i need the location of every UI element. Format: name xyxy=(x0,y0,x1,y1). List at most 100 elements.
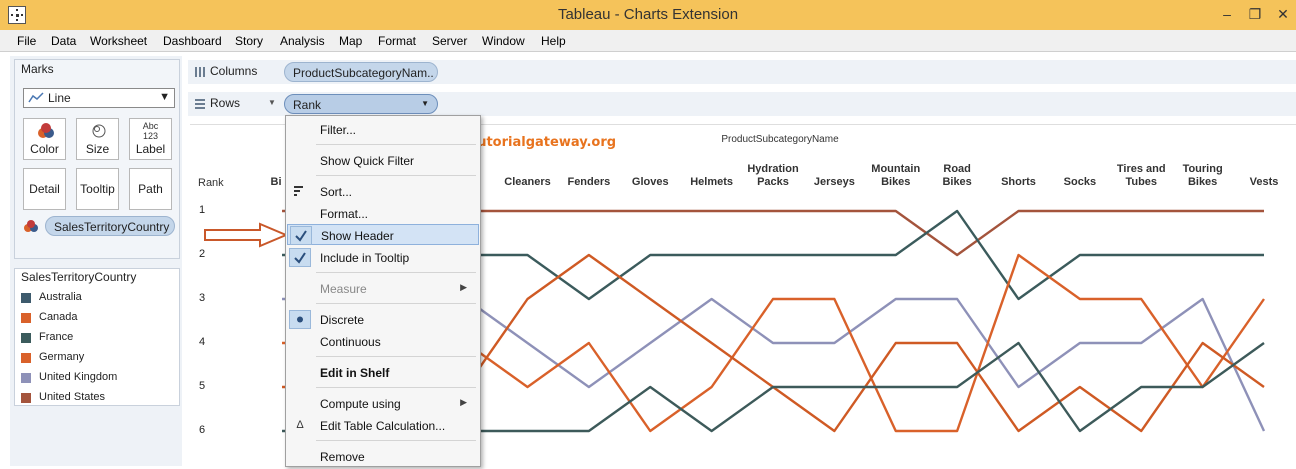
legend-label: Canada xyxy=(39,311,78,323)
checkmark-icon xyxy=(290,226,312,245)
menu-analysis[interactable]: Analysis xyxy=(280,34,325,48)
legend-label: Germany xyxy=(39,351,85,363)
delta-icon: Δ xyxy=(296,419,304,431)
menu-item-show-header[interactable]: Show Header xyxy=(287,224,479,245)
legend-swatch xyxy=(21,293,31,303)
menu-file[interactable]: File xyxy=(17,34,36,48)
minimize-button[interactable]: – xyxy=(1214,4,1240,24)
menu-item-edit-in-shelf[interactable]: Edit in Shelf xyxy=(287,362,479,383)
menu-item-include-in-tooltip[interactable]: Include in Tooltip xyxy=(287,247,479,268)
window-title: Tableau - Charts Extension xyxy=(557,6,739,23)
title-bar: Tableau - Charts Extension – ❐ ✕ xyxy=(0,0,1296,30)
menu-item-format[interactable]: Format... xyxy=(287,203,479,224)
rows-pill-label: Rank xyxy=(293,98,322,112)
left-panel: Marks Line ▼ Color Size Abc 123 Label De… xyxy=(10,56,182,466)
legend-label: Australia xyxy=(39,291,82,303)
checkmark-icon xyxy=(289,248,311,267)
color-legend: SalesTerritoryCountry Australia Canada Fra… xyxy=(14,268,180,406)
detail-button[interactable]: Detail xyxy=(23,168,66,210)
menu-story[interactable]: Story xyxy=(235,34,263,48)
rows-label: Rows xyxy=(210,96,241,110)
columns-icon xyxy=(195,67,205,77)
menu-separator xyxy=(316,175,476,176)
menu-worksheet[interactable]: Worksheet xyxy=(90,34,147,48)
legend-label: United Kingdom xyxy=(39,371,118,383)
menu-item-label: Show Header xyxy=(321,229,394,243)
size-label: Size xyxy=(85,142,110,156)
path-button[interactable]: Path xyxy=(129,168,172,210)
tooltip-button[interactable]: Tooltip xyxy=(76,168,119,210)
rows-shelf[interactable]: Rows ▼ Rank ▼ xyxy=(188,92,1296,116)
size-icon xyxy=(92,124,106,138)
menu-server[interactable]: Server xyxy=(432,34,467,48)
menu-format[interactable]: Format xyxy=(378,34,416,48)
pill-dropdown-icon[interactable]: ▼ xyxy=(421,99,429,108)
columns-shelf[interactable]: Columns ProductSubcategoryNam.. xyxy=(188,60,1296,84)
maximize-button[interactable]: ❐ xyxy=(1242,4,1268,24)
close-button[interactable]: ✕ xyxy=(1270,4,1296,24)
label-button[interactable]: Abc 123 Label xyxy=(129,118,172,160)
menu-separator xyxy=(316,303,476,304)
legend-swatch xyxy=(21,313,31,323)
menu-item-edit-table-calculation[interactable]: Δ Edit Table Calculation... xyxy=(287,415,479,436)
legend-swatch xyxy=(21,333,31,343)
chevron-down-icon: ▼ xyxy=(159,91,170,103)
color-field-icon xyxy=(24,220,38,232)
menu-item-compute-using[interactable]: Compute using ▶ xyxy=(287,393,479,414)
mark-type-select[interactable]: Line ▼ xyxy=(23,88,175,108)
watermark: ©tutorialgateway.org xyxy=(458,135,617,150)
menu-item-measure: Measure ▶ xyxy=(287,278,479,299)
menu-dashboard[interactable]: Dashboard xyxy=(163,34,222,48)
color-button[interactable]: Color xyxy=(23,118,66,160)
menu-item-label: Edit in Shelf xyxy=(320,366,390,380)
menu-help[interactable]: Help xyxy=(541,34,566,48)
radio-dot-icon xyxy=(289,310,311,329)
rows-dropdown-icon[interactable]: ▼ xyxy=(268,98,276,107)
menu-item-label: Edit Table Calculation... xyxy=(320,419,446,433)
menu-item-filter[interactable]: Filter... xyxy=(287,119,479,140)
menu-item-remove[interactable]: Remove xyxy=(287,446,479,467)
menu-map[interactable]: Map xyxy=(339,34,362,48)
legend-label: United States xyxy=(39,391,106,403)
menu-item-label: Sort... xyxy=(320,185,353,199)
menu-item-label: Measure xyxy=(320,282,367,296)
menu-item-continuous[interactable]: Continuous xyxy=(287,331,479,352)
color-icon xyxy=(38,123,54,138)
menu-item-label: Compute using xyxy=(320,397,401,411)
legend-swatch xyxy=(21,353,31,363)
menu-separator xyxy=(316,144,476,145)
legend-title: SalesTerritoryCountry xyxy=(21,270,137,284)
rows-icon xyxy=(195,99,205,109)
line-mark-icon xyxy=(28,92,44,103)
size-button[interactable]: Size xyxy=(76,118,119,160)
menu-item-sort[interactable]: Sort... xyxy=(287,181,479,202)
menu-item-label: Format... xyxy=(320,207,369,221)
submenu-arrow-icon: ▶ xyxy=(460,282,467,292)
menu-item-show-quick-filter[interactable]: Show Quick Filter xyxy=(287,150,479,171)
menu-item-label: Continuous xyxy=(320,335,381,349)
menu-item-label: Show Quick Filter xyxy=(320,154,415,168)
path-label: Path xyxy=(138,182,163,196)
label-label: Label xyxy=(135,142,166,156)
menu-separator xyxy=(316,356,476,357)
menu-bar: File Data Worksheet Dashboard Story Anal… xyxy=(0,30,1296,52)
columns-field-pill[interactable]: ProductSubcategoryNam.. xyxy=(284,62,438,82)
mark-type-label: Line xyxy=(48,91,71,105)
menu-separator xyxy=(316,272,476,273)
color-field-pill[interactable]: SalesTerritoryCountry xyxy=(45,216,175,236)
annotation-arrow xyxy=(204,222,289,248)
menu-window[interactable]: Window xyxy=(482,34,525,48)
menu-item-discrete[interactable]: Discrete xyxy=(287,309,479,330)
legend-swatch xyxy=(21,373,31,383)
legend-label: France xyxy=(39,331,74,343)
menu-data[interactable]: Data xyxy=(51,34,76,48)
color-label: Color xyxy=(30,142,59,156)
marks-card: Marks Line ▼ Color Size Abc 123 Label De… xyxy=(14,59,180,259)
menu-separator xyxy=(316,387,476,388)
context-menu: Filter... Show Quick Filter Sort... Format.… xyxy=(285,115,481,467)
menu-item-label: Discrete xyxy=(320,313,365,327)
marks-title: Marks xyxy=(21,62,54,76)
menu-item-label: Remove xyxy=(320,450,365,464)
sort-icon xyxy=(289,182,311,201)
rows-field-pill[interactable]: Rank ▼ xyxy=(284,94,438,114)
